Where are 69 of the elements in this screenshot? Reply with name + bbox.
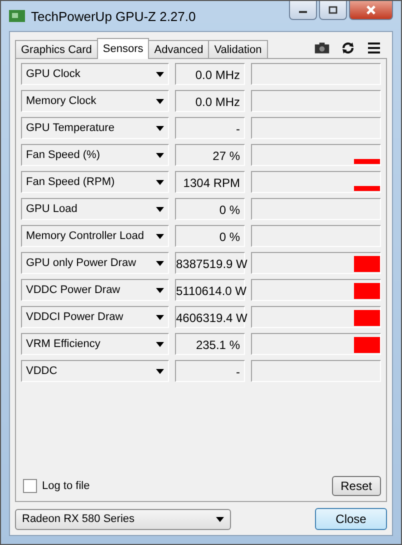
sensor-name: VDDC Power Draw (26, 284, 120, 296)
tab[interactable]: Validation (208, 40, 268, 58)
gpu-name: Radeon RX 580 Series (22, 513, 135, 525)
sensor-value: 1304 RPM (175, 171, 245, 193)
sensor-name: Fan Speed (%) (26, 149, 100, 161)
sensor-name: VDDCI Power Draw (26, 311, 124, 323)
sensor-name: VRM Efficiency (26, 338, 100, 350)
sensor-dropdown[interactable]: VRM Efficiency (21, 333, 169, 355)
sensor-name: GPU Load (26, 203, 78, 215)
sensor-dropdown[interactable]: VDDC Power Draw (21, 279, 169, 301)
dropdown-arrow-icon (156, 368, 164, 374)
sensor-value: 235.1 % (175, 333, 245, 355)
dropdown-arrow-icon (156, 260, 164, 266)
tab[interactable]: Graphics Card (15, 40, 98, 58)
sensor-dropdown[interactable]: Fan Speed (RPM) (21, 171, 169, 193)
sensor-value: 8387519.9 W (175, 252, 245, 274)
sensor-name: GPU Clock (26, 68, 80, 80)
sensor-value: 4606319.4 W (175, 306, 245, 328)
sensor-dropdown[interactable]: Memory Controller Load (21, 225, 169, 247)
sensor-dropdown[interactable]: VDDCI Power Draw (21, 306, 169, 328)
maximize-icon (328, 6, 338, 14)
sensor-name: Memory Clock (26, 95, 96, 107)
refresh-icon[interactable] (340, 41, 356, 55)
dropdown-arrow-icon (216, 516, 224, 522)
dropdown-arrow-icon (156, 234, 164, 238)
dropdown-arrow-icon (156, 180, 164, 184)
dropdown-arrow-icon (156, 72, 164, 76)
checkbox[interactable] (23, 479, 37, 493)
sensor-value: - (175, 360, 245, 382)
sensor-value: 5110614.0 W (175, 279, 245, 301)
menu-icon[interactable] (366, 41, 382, 55)
sensor-name: GPU Temperature (26, 122, 114, 134)
sensor-value: 27 % (175, 144, 245, 166)
sensor-dropdown[interactable]: GPU Load (21, 198, 169, 220)
close-button[interactable]: Close (315, 508, 387, 530)
close-icon (365, 5, 377, 15)
sensor-name: VDDC (26, 365, 58, 377)
gpu-select[interactable]: Radeon RX 580 Series (15, 508, 231, 530)
window-title: TechPowerUp GPU-Z 2.27.0 (31, 8, 197, 24)
sensor-dropdown[interactable]: VDDC (21, 360, 169, 382)
camera-icon[interactable] (314, 41, 330, 55)
sensor-value: 0 % (175, 198, 245, 220)
tab[interactable]: Advanced (148, 40, 210, 58)
sensor-dropdown[interactable]: GPU only Power Draw (21, 252, 169, 274)
sensor-dropdown[interactable]: Memory Clock (21, 90, 169, 112)
checkbox-label: Log to file (42, 480, 90, 492)
sensor-dropdown[interactable]: GPU Clock (21, 63, 169, 85)
dropdown-arrow-icon (156, 288, 164, 292)
dropdown-arrow-icon (156, 342, 164, 346)
dropdown-arrow-icon (156, 152, 164, 158)
sensor-name: Fan Speed (RPM) (26, 176, 115, 188)
sensor-name: GPU only Power Draw (26, 257, 136, 269)
sensor-value: - (175, 117, 245, 139)
sensor-name: Memory Controller Load (26, 230, 144, 242)
minimize-button[interactable] (289, 1, 317, 20)
tab[interactable]: Sensors (96, 38, 150, 59)
dropdown-arrow-icon (156, 98, 164, 104)
sensor-dropdown[interactable]: Fan Speed (%) (21, 144, 169, 166)
dropdown-arrow-icon (156, 314, 164, 320)
sensor-value: 0.0 MHz (175, 63, 245, 85)
sensor-dropdown[interactable]: GPU Temperature (21, 117, 169, 139)
dropdown-arrow-icon (156, 126, 164, 130)
app-icon (9, 10, 25, 22)
reset-button[interactable]: Reset (332, 476, 381, 496)
dropdown-arrow-icon (156, 206, 164, 212)
window-close-button[interactable] (349, 1, 393, 20)
maximize-button[interactable] (319, 1, 347, 20)
sensor-value: 0.0 MHz (175, 90, 245, 112)
sensor-value: 0 % (175, 225, 245, 247)
